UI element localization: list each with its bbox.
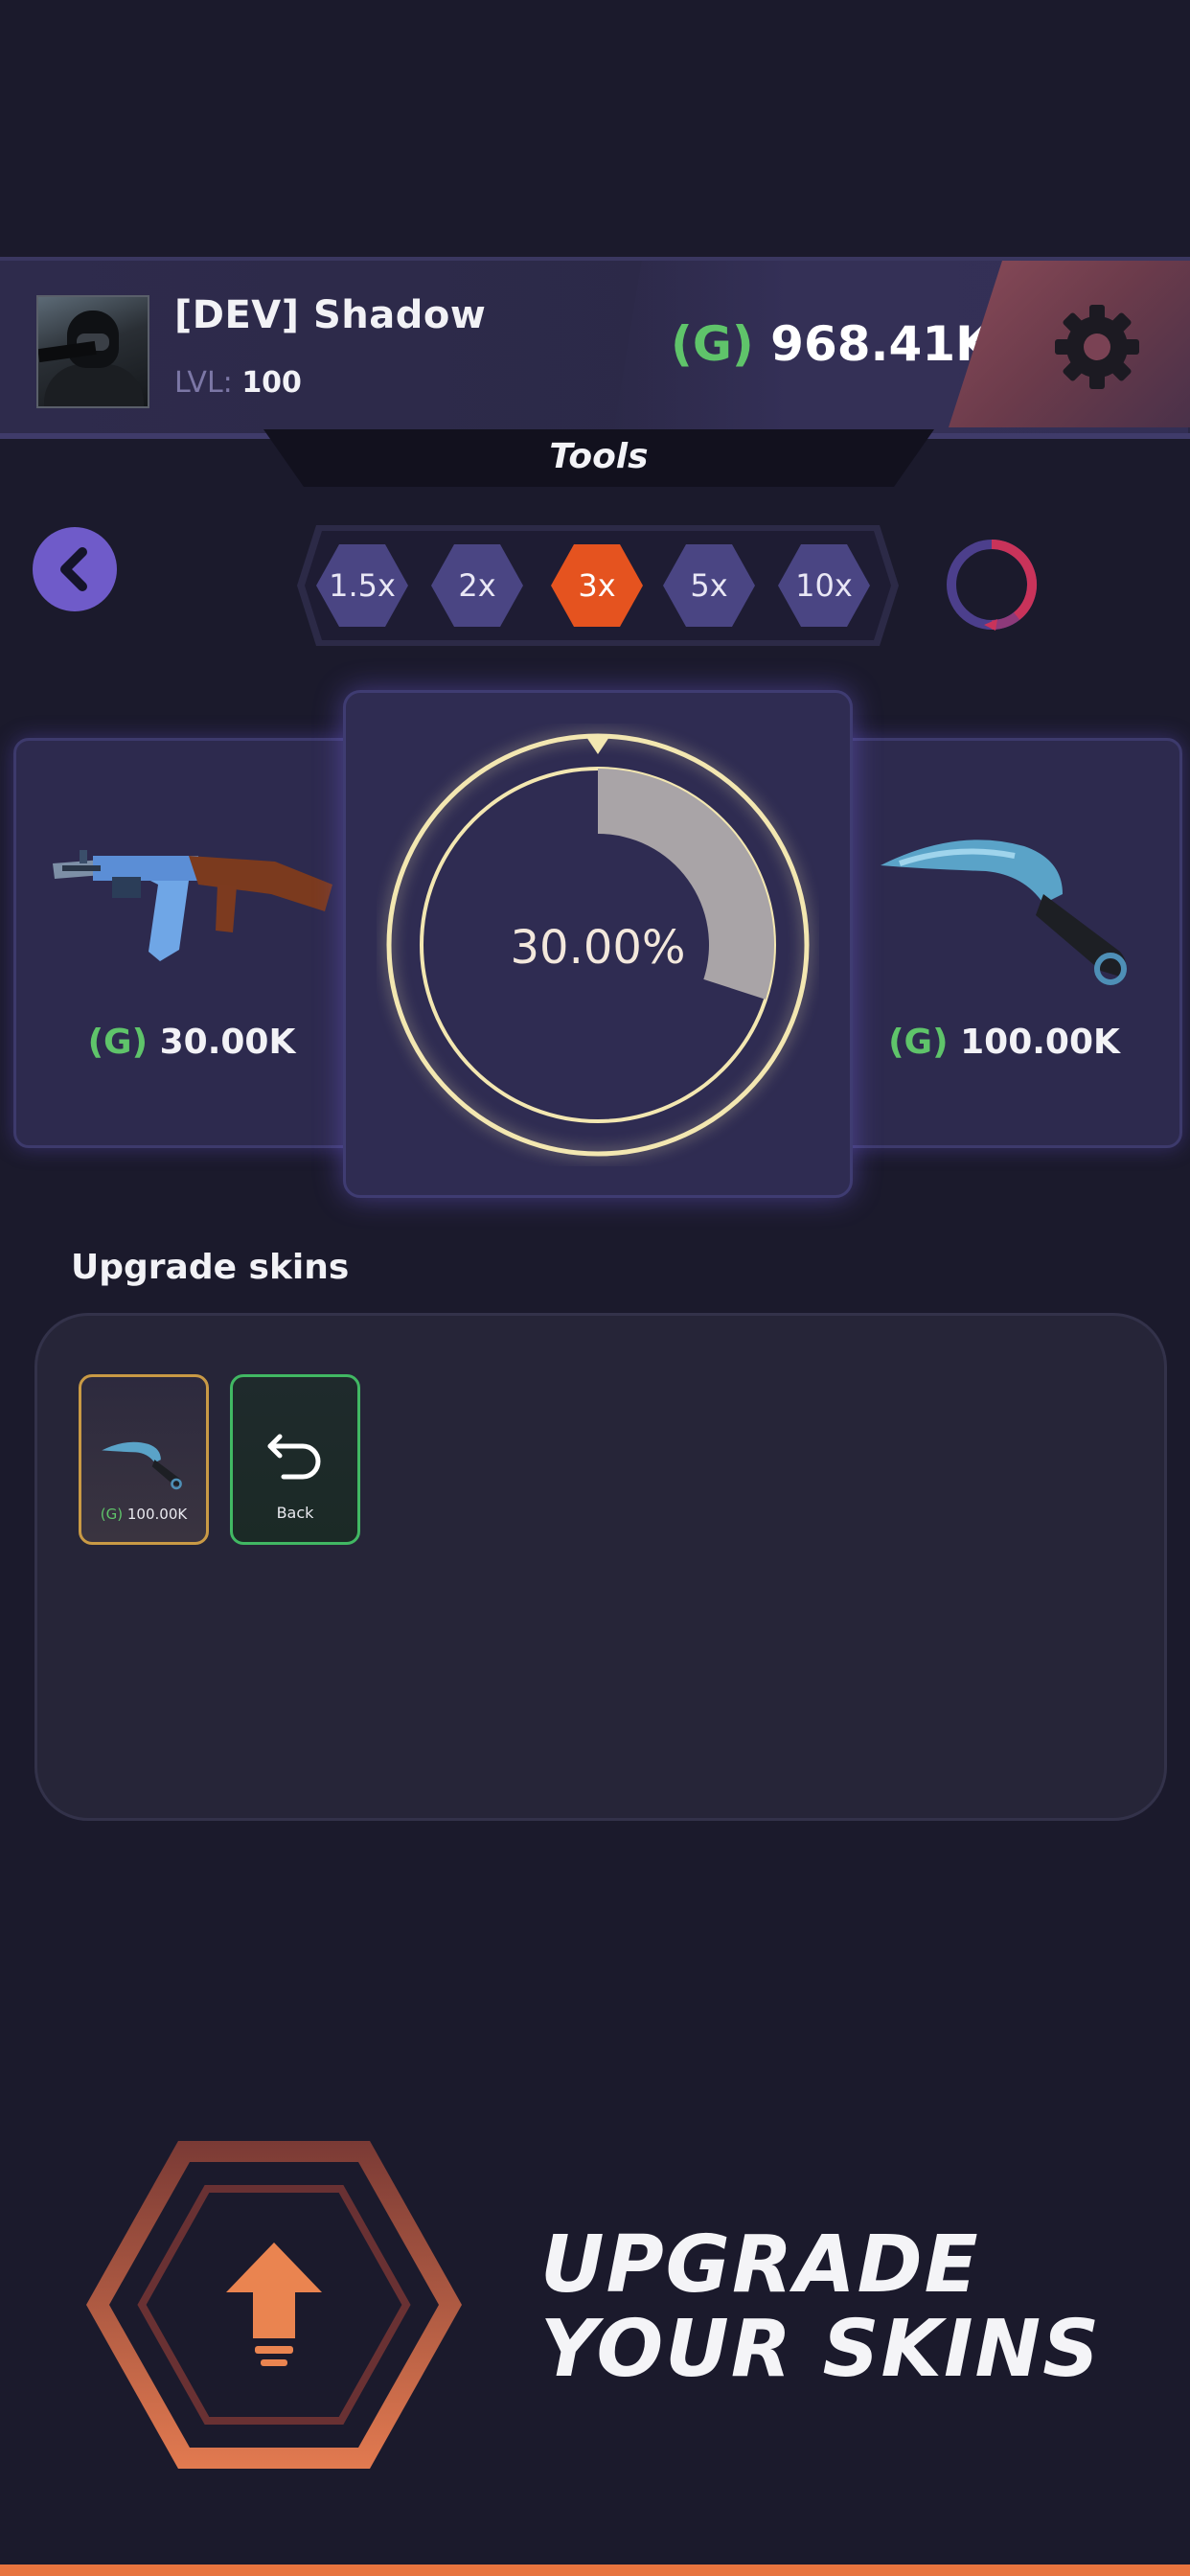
cta-line-1: UPGRADE xyxy=(540,2220,980,2311)
gear-icon[interactable] xyxy=(1049,299,1145,395)
avatar-body xyxy=(44,364,144,406)
knife-icon xyxy=(881,840,1127,985)
balance-value: 968.41K xyxy=(770,316,993,372)
back-tile-button[interactable]: Back xyxy=(230,1374,360,1545)
back-tile-label: Back xyxy=(276,1504,314,1522)
spin-ring-icon[interactable] xyxy=(944,537,1040,632)
chance-percent: 30.00% xyxy=(510,921,686,975)
rifle-icon xyxy=(53,850,332,961)
skin-tile[interactable]: (G) 100.00K xyxy=(79,1374,209,1545)
source-item-price: (G) 30.00K xyxy=(16,1023,367,1062)
skin-tile-price: (G) 100.00K xyxy=(81,1506,206,1523)
currency-symbol: (G) xyxy=(87,1023,149,1062)
chevron-left-icon xyxy=(60,547,87,591)
currency-symbol: (G) xyxy=(100,1506,124,1523)
currency-symbol: (G) xyxy=(671,316,754,372)
pointer-icon xyxy=(586,737,609,754)
profile-header: [DEV] Shadow LVL: 100 (G) 968.41K xyxy=(0,257,1190,439)
upgrade-cta-text: UPGRADE YOUR SKINS xyxy=(540,2223,1101,2392)
bottom-accent-bar xyxy=(0,2564,1190,2576)
player-level: LVL: 100 xyxy=(174,366,302,400)
source-item-card[interactable]: (G) 30.00K xyxy=(13,738,370,1148)
section-title: Upgrade skins xyxy=(71,1248,350,1287)
target-price-value: 100.00K xyxy=(960,1023,1120,1062)
upgrade-chance-card: 30.00% xyxy=(343,690,853,1198)
balance: (G) 968.41K xyxy=(671,316,993,372)
tab-tools-label: Tools xyxy=(549,437,649,476)
upgrade-button[interactable] xyxy=(82,2137,466,2472)
avatar[interactable] xyxy=(36,295,149,408)
tab-tools[interactable]: Tools xyxy=(263,429,934,487)
skin-tile-price-value: 100.00K xyxy=(126,1506,188,1523)
target-item-card[interactable]: (G) 100.00K xyxy=(826,738,1182,1148)
knife-icon xyxy=(102,1441,182,1490)
currency-symbol: (G) xyxy=(888,1023,949,1062)
level-label: LVL: xyxy=(174,366,233,400)
cta-line-2: YOUR SKINS xyxy=(540,2304,1102,2395)
back-button[interactable] xyxy=(33,527,117,611)
source-price-value: 30.00K xyxy=(159,1023,296,1062)
undo-icon xyxy=(267,1434,321,1480)
player-name: [DEV] Shadow xyxy=(174,293,487,337)
target-item-price: (G) 100.00K xyxy=(829,1023,1179,1062)
level-value: 100 xyxy=(241,366,302,400)
